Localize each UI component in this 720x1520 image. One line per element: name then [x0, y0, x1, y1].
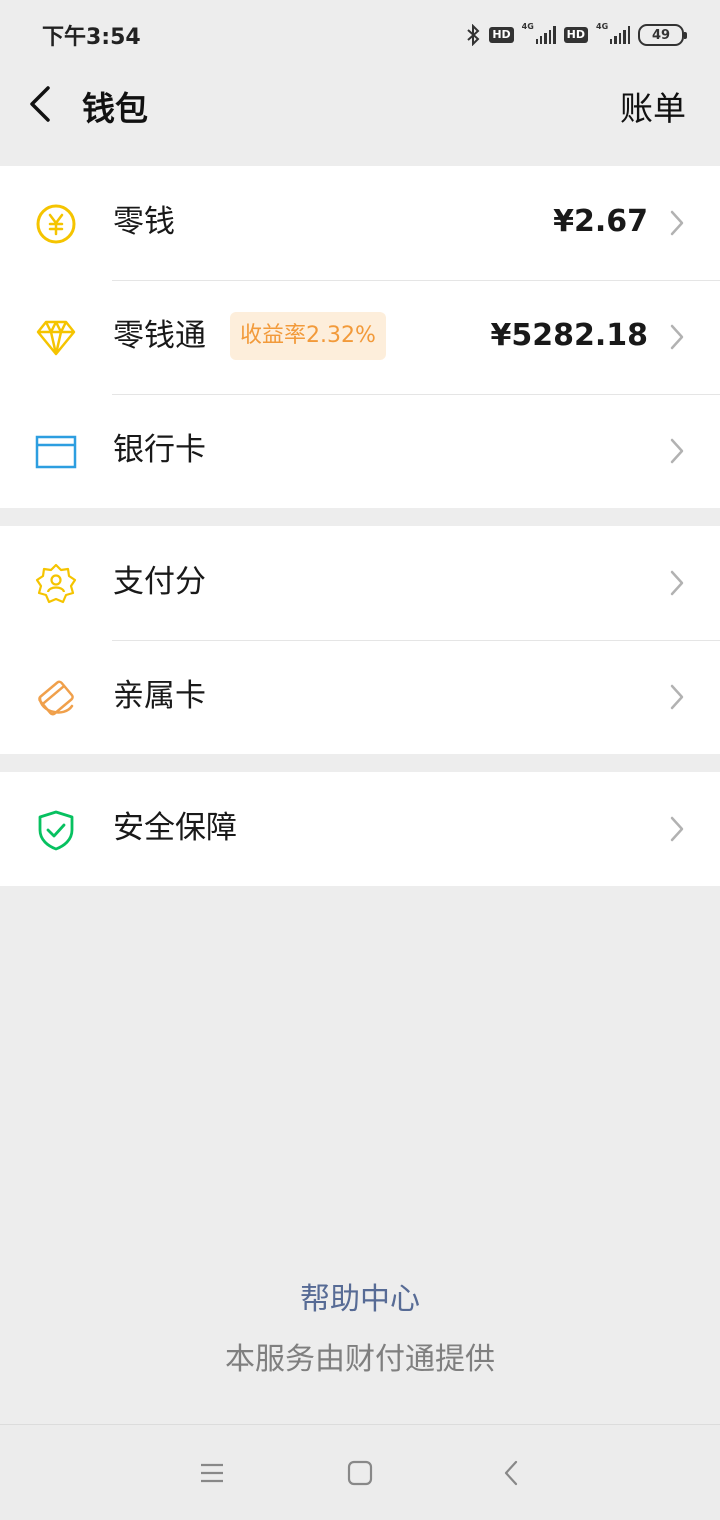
row-label: 银行卡	[113, 432, 206, 468]
row-label: 支付分	[113, 564, 206, 600]
hd-badge: HD	[563, 27, 588, 43]
wallet-row-pay-score[interactable]: 支付分	[0, 526, 720, 640]
chevron-right-icon	[670, 438, 684, 464]
balance-value: ¥2.67	[553, 204, 648, 239]
row-label: 零钱通	[113, 318, 206, 354]
wallet-group: 零钱 ¥2.67 零钱通 收益率2.32% ¥5282.18 银行卡	[0, 166, 720, 508]
family-card-icon	[38, 680, 74, 716]
wallet-row-lqt[interactable]: 零钱通 收益率2.32% ¥5282.18	[0, 280, 720, 394]
status-bar: 下午3:54 HD 4G HD 4G 49	[0, 0, 720, 70]
row-label: 亲属卡	[113, 678, 206, 714]
chevron-right-icon	[670, 816, 684, 842]
yield-rate-badge: 收益率2.32%	[230, 312, 386, 360]
hd-badge: HD	[489, 27, 514, 43]
signal-icon: 4G	[522, 22, 556, 44]
diamond-icon	[36, 320, 76, 356]
credit-group: 支付分 亲属卡	[0, 526, 720, 754]
status-time: 下午3:54	[42, 25, 141, 50]
battery-icon: 49	[638, 24, 687, 46]
chevron-right-icon	[670, 324, 684, 350]
header: 钱包 账单	[0, 70, 720, 166]
bill-button[interactable]: 账单	[620, 82, 686, 130]
help-center-link[interactable]: 帮助中心	[0, 1274, 720, 1318]
bluetooth-icon	[467, 24, 480, 46]
wallet-row-change[interactable]: 零钱 ¥2.67	[0, 166, 720, 280]
row-label: 安全保障	[113, 810, 237, 846]
chevron-right-icon	[670, 684, 684, 710]
lqt-balance-value: ¥5282.18	[490, 318, 648, 353]
wallet-row-family-card[interactable]: 亲属卡	[0, 640, 720, 754]
signal-icon: 4G	[596, 22, 631, 44]
security-shield-icon	[38, 810, 74, 851]
back-arrow-icon[interactable]	[26, 84, 56, 124]
chevron-right-icon	[670, 210, 684, 236]
system-nav-bar	[0, 1424, 720, 1520]
wallet-row-security[interactable]: 安全保障	[0, 772, 720, 886]
status-icons: HD 4G HD 4G 49	[465, 22, 687, 46]
chevron-right-icon	[670, 570, 684, 596]
provider-text: 本服务由财付通提供	[225, 1342, 495, 1377]
menu-icon[interactable]	[198, 1459, 226, 1487]
security-group: 安全保障	[0, 772, 720, 886]
bank-card-icon	[35, 435, 77, 469]
battery-level: 49	[651, 27, 671, 43]
wallet-row-bank-card[interactable]: 银行卡	[0, 394, 720, 508]
home-icon[interactable]	[346, 1459, 374, 1487]
page-title: 钱包	[82, 89, 148, 128]
pay-score-icon	[35, 563, 77, 604]
yuan-coin-icon	[36, 204, 76, 244]
back-nav-icon[interactable]	[498, 1459, 526, 1487]
row-label: 零钱	[113, 204, 175, 240]
